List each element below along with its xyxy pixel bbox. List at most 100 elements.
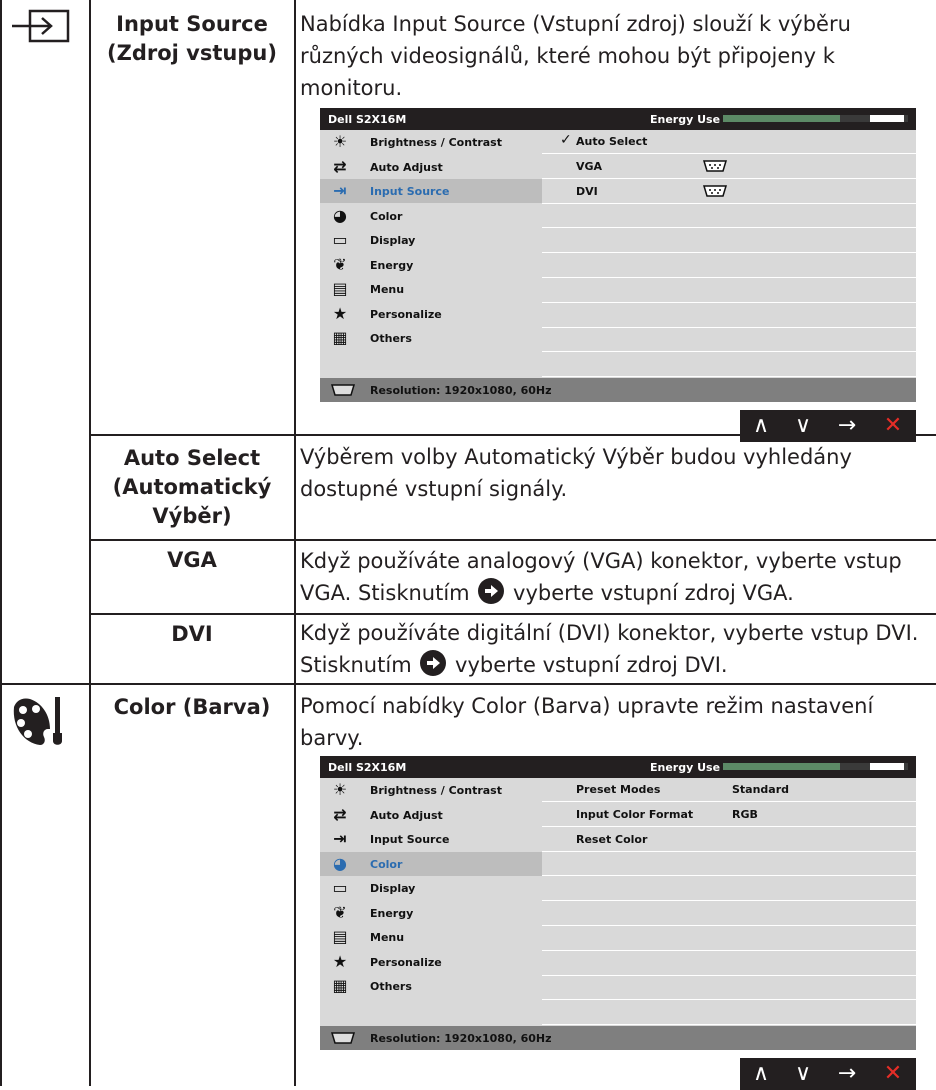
label-line: Input Source (116, 12, 268, 36)
osd-submenu-row[interactable]: VGA (542, 155, 916, 179)
osd-submenu-row (542, 927, 916, 951)
osd-option-label: Input Color Format (576, 807, 694, 821)
osd-menu-item-label: Auto Adjust (370, 808, 443, 822)
item-label-input-source: Input Source (Zdroj vstupu) (92, 10, 292, 68)
osd-submenu-row (542, 902, 916, 926)
right-arrow-icon[interactable]: → (832, 1060, 862, 1088)
osd-model-name: Dell S2X16M (328, 761, 407, 774)
up-icon[interactable]: ∧ (746, 1060, 776, 1088)
osd-menu-item[interactable]: ◕ Color (320, 204, 542, 228)
osd-menu-item-label: Brightness / Contrast (370, 136, 502, 149)
osd-menu-item[interactable]: ⇄ Auto Adjust (320, 155, 542, 179)
osd-submenu-row (542, 279, 916, 303)
desc-dvi: Když používáte digitální (DVI) konektor,… (300, 617, 936, 681)
osd-menu-item[interactable]: ▭ Display (320, 228, 542, 252)
osd-submenu-row (542, 328, 916, 353)
osd-energy-meter (723, 763, 908, 770)
desc-line: barvy. (300, 726, 364, 750)
osd-status-bar: Resolution: 1920x1080, 60Hz (320, 378, 916, 402)
label-line: (Automatický (112, 475, 272, 499)
exit-icon[interactable]: ✕ (878, 412, 908, 440)
desc-text: vyberte vstupní zdroj VGA. (513, 581, 794, 605)
label-line: VGA (167, 548, 217, 572)
brightness-icon: ☀ (332, 132, 348, 151)
osd-submenu-row[interactable]: ✓ Auto Select (542, 130, 916, 154)
osd-submenu-row (542, 304, 916, 328)
osd-resolution-text: Resolution: 1920x1080, 60Hz (370, 384, 552, 397)
osd-energy-label: Energy Use (650, 761, 721, 774)
osd-menu-item-label: Display (370, 882, 416, 895)
osd-menu-item[interactable]: ☀ Brightness / Contrast (320, 778, 542, 802)
color-palette-icon (10, 693, 68, 753)
osd-menu-item[interactable]: ▤ Menu (320, 277, 542, 301)
desc-line: monitoru. (300, 76, 403, 100)
osd-resolution-text: Resolution: 1920x1080, 60Hz (370, 1032, 552, 1045)
osd-menu-item-label: Others (370, 332, 412, 345)
osd-screenshot-input-source: Dell S2X16M Energy Use ☀ Brightness / Contr… (320, 108, 916, 442)
osd-menu-item[interactable]: ⇄ Auto Adjust (320, 803, 542, 827)
osd-menu-item[interactable]: ▤ Menu (320, 925, 542, 949)
item-label-vga: VGA (92, 546, 292, 575)
input-source-icon (10, 8, 70, 48)
osd-option-label: DVI (576, 184, 598, 198)
energy-icon: ❦ (333, 902, 347, 922)
row-divider (0, 683, 936, 685)
input-source-icon: ⇥ (333, 829, 347, 848)
osd-menu-item[interactable]: ◕ Color (320, 851, 542, 876)
osd-menu-item[interactable]: ⇥ Input Source (320, 179, 542, 203)
down-icon[interactable]: ∨ (788, 1060, 818, 1088)
input-source-icon: ⇥ (333, 181, 347, 200)
osd-energy-fill (723, 763, 840, 770)
desc-line: Nabídka Input Source (Vstupní zdroj) slo… (300, 12, 851, 36)
brightness-icon: ☀ (332, 780, 348, 799)
checkmark-icon: ✓ (560, 132, 572, 148)
osd-menu-item[interactable]: ⇥ Input Source (320, 827, 542, 851)
osd-menu-item-label: Input Source (370, 833, 450, 846)
osd-menu-item[interactable]: ▭ Display (320, 876, 542, 900)
others-icon: ▦ (332, 328, 348, 347)
desc-text: VGA. Stisknutím (300, 581, 470, 605)
osd-submenu-row (542, 952, 916, 976)
osd-energy-fill (723, 115, 840, 122)
color-palette-icon: ◕ (333, 853, 347, 873)
desc-color: Pomocí nabídky Color (Barva) upravte rež… (300, 690, 936, 754)
osd-menu-item[interactable]: ★ Personalize (320, 950, 542, 974)
osd-option-value: Standard (732, 783, 790, 796)
osd-nav-buttons: ∧ ∨ → ✕ (740, 1058, 916, 1090)
osd-title-bar: Dell S2X16M Energy Use (320, 756, 916, 778)
osd-menu-item[interactable]: ❦ Energy (320, 253, 542, 277)
osd-energy-meter (723, 115, 908, 122)
down-icon[interactable]: ∨ (788, 412, 818, 440)
vga-connector-icon (330, 383, 356, 400)
osd-menu-item-label: Menu (370, 283, 405, 296)
star-icon: ★ (332, 303, 348, 323)
osd-menu-item-label: Input Source (370, 185, 450, 198)
item-label-auto-select: Auto Select (Automatický Výběr) (92, 444, 292, 531)
right-arrow-icon[interactable]: → (832, 412, 862, 440)
osd-submenu-row[interactable]: Input Color Format RGB (542, 803, 916, 827)
table-divider-label-col (294, 0, 296, 1086)
osd-menu-item[interactable]: ▦ Others (320, 326, 542, 350)
osd-menu-item-label: Others (370, 980, 412, 993)
osd-menu-item[interactable]: ☀ Brightness / Contrast (320, 130, 542, 154)
exit-icon[interactable]: ✕ (878, 1060, 908, 1088)
label-line: (Zdroj vstupu) (107, 41, 277, 65)
osd-option-label: Reset Color (576, 832, 648, 846)
osd-submenu-row[interactable]: Preset Modes Standard (542, 778, 916, 802)
osd-option-label: Preset Modes (576, 783, 661, 796)
osd-menu-item[interactable]: ❦ Energy (320, 901, 542, 925)
osd-option-value: RGB (732, 807, 758, 821)
desc-auto-select: Výběrem volby Automatický Výběr budou vy… (300, 441, 936, 505)
osd-energy-marker (870, 115, 904, 122)
osd-submenu-row[interactable]: DVI (542, 180, 916, 204)
osd-status-bar: Resolution: 1920x1080, 60Hz (320, 1026, 916, 1050)
osd-menu-item[interactable]: ★ Personalize (320, 302, 542, 326)
desc-input-source: Nabídka Input Source (Vstupní zdroj) slo… (300, 8, 936, 104)
desc-line: Pomocí nabídky Color (Barva) upravte rež… (300, 694, 874, 718)
osd-submenu-row[interactable]: Reset Color (542, 828, 916, 852)
desc-line: různých videosignálů, které mohou být př… (300, 44, 835, 68)
up-icon[interactable]: ∧ (746, 412, 776, 440)
osd-option-label: Auto Select (576, 135, 648, 148)
auto-adjust-icon: ⇄ (333, 156, 347, 176)
osd-menu-item[interactable]: ▦ Others (320, 974, 542, 998)
